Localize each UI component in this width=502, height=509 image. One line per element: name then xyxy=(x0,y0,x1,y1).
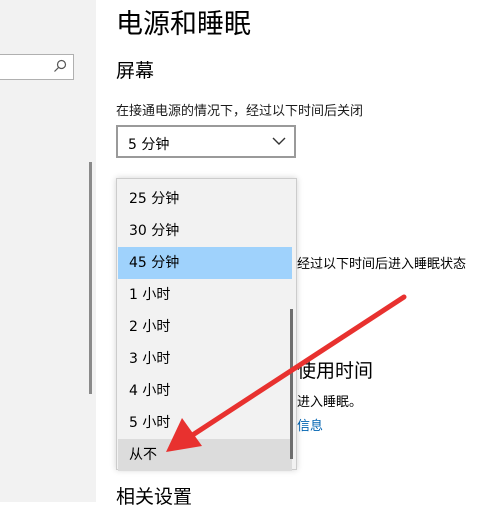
dropdown-option[interactable]: 1 小时 xyxy=(118,279,292,311)
screen-timeout-value: 5 分钟 xyxy=(128,137,170,153)
dropdown-option[interactable]: 30 分钟 xyxy=(118,215,292,247)
usage-description: 进入睡眠。 xyxy=(297,395,363,410)
dropdown-option-selected[interactable]: 45 分钟 xyxy=(118,247,292,279)
search-icon[interactable] xyxy=(53,59,67,73)
search-input[interactable] xyxy=(0,54,74,80)
dropdown-option[interactable]: 5 小时 xyxy=(118,407,292,439)
dropdown-option[interactable]: 2 小时 xyxy=(118,311,292,343)
dropdown-scrollbar[interactable] xyxy=(290,309,293,459)
more-info-link[interactable]: 信息 xyxy=(297,415,323,434)
page-title: 电源和睡眠 xyxy=(116,9,251,40)
related-settings-heading: 相关设置 xyxy=(116,486,193,508)
dropdown-option-never[interactable]: 从不 xyxy=(118,439,292,471)
screen-timeout-label: 在接通电源的情况下，经过以下时间后关闭 xyxy=(116,104,364,119)
sidebar-scrollbar[interactable] xyxy=(89,162,92,394)
timeout-dropdown-list[interactable]: 25 分钟 30 分钟 45 分钟 1 小时 2 小时 3 小时 4 小时 5 … xyxy=(116,178,297,471)
settings-sidebar xyxy=(0,0,96,502)
dropdown-option[interactable]: 4 小时 xyxy=(118,375,292,407)
screen-timeout-select[interactable]: 5 分钟 xyxy=(116,125,296,158)
dropdown-option[interactable]: 25 分钟 xyxy=(118,183,292,215)
usage-heading: 使用时间 xyxy=(297,360,374,382)
dropdown-option[interactable]: 3 小时 xyxy=(118,343,292,375)
sleep-timeout-label: 经过以下时间后进入睡眠状态 xyxy=(297,257,467,272)
screen-section-title: 屏幕 xyxy=(116,60,155,82)
chevron-down-icon xyxy=(272,137,286,145)
